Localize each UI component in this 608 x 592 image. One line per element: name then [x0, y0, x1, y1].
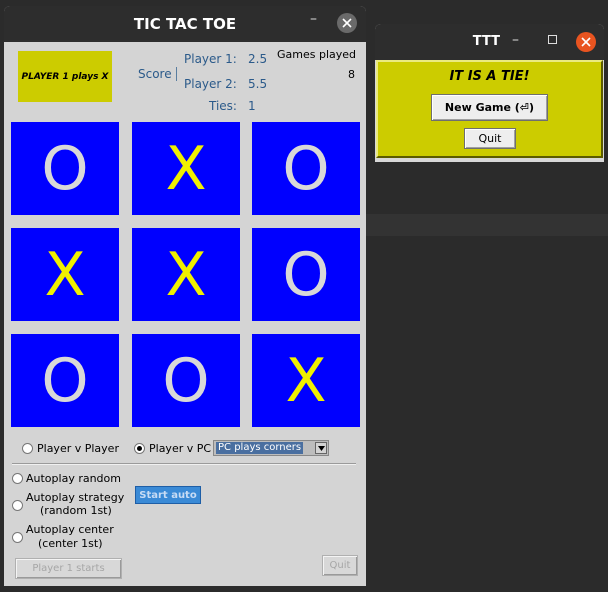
tie-message: IT IS A TIE!	[449, 69, 530, 84]
player2-score-label: Player 2:	[184, 77, 237, 91]
player1-score-label: Player 1:	[184, 52, 237, 66]
pvc-radio[interactable]	[134, 443, 145, 454]
dialog-quit-button[interactable]: Quit	[464, 128, 516, 149]
score-separator	[176, 67, 177, 81]
pc-strategy-select[interactable]: PC plays corners	[213, 440, 329, 456]
board-cell[interactable]: O	[252, 228, 360, 321]
autoplay-center-radio[interactable]	[12, 532, 23, 543]
close-button[interactable]	[337, 13, 357, 33]
dialog-minimize-button[interactable]: –	[512, 32, 519, 48]
board-cell[interactable]: O	[252, 122, 360, 215]
quit-button[interactable]: Quit	[322, 555, 358, 576]
board-cell[interactable]: O	[11, 122, 119, 215]
autoplay-center-sublabel: (center 1st)	[38, 537, 103, 550]
ties-value: 1	[248, 99, 256, 113]
board-cell[interactable]: O	[132, 334, 240, 427]
board-cell[interactable]: X	[252, 334, 360, 427]
autoplay-random-radio[interactable]	[12, 473, 23, 484]
maximize-icon[interactable]	[548, 35, 557, 44]
board-cell[interactable]: O	[11, 334, 119, 427]
close-icon	[581, 37, 591, 47]
pvc-label[interactable]: Player v PC	[149, 441, 211, 456]
start-auto-button[interactable]: Start auto	[135, 486, 201, 504]
desktop-strip	[366, 214, 608, 236]
player1-score-value: 2.5	[248, 52, 268, 66]
dialog-close-button[interactable]	[576, 32, 596, 52]
dialog-panel: IT IS A TIE! New Game (⏎) Quit	[376, 60, 603, 158]
autoplay-center-label[interactable]: Autoplay center	[26, 522, 114, 537]
autoplay-random-label[interactable]: Autoplay random	[26, 471, 121, 486]
pc-strategy-value: PC plays corners	[216, 442, 304, 454]
new-game-button[interactable]: New Game (⏎)	[431, 94, 548, 121]
mode-divider	[12, 463, 356, 465]
board-cell[interactable]: X	[132, 122, 240, 215]
dialog-titlebar[interactable]: TTT –	[375, 24, 604, 60]
main-window: TIC TAC TOE – PLAYER 1 plays X Score Pla…	[4, 6, 366, 586]
dialog-title: TTT	[472, 34, 500, 49]
dropdown-arrow[interactable]	[315, 442, 327, 454]
game-board: O X O X X O O O X	[11, 122, 360, 428]
ties-label: Ties:	[209, 99, 237, 113]
games-played-value: 8	[348, 68, 355, 81]
chevron-down-icon	[318, 446, 325, 451]
player1-starts-button[interactable]: Player 1 starts	[15, 558, 122, 579]
board-cell[interactable]: X	[11, 228, 119, 321]
player-turn-text: PLAYER 1 plays X	[21, 71, 109, 82]
minimize-button[interactable]: –	[310, 11, 317, 27]
autoplay-strategy-sublabel: (random 1st)	[40, 504, 112, 517]
main-titlebar[interactable]: TIC TAC TOE –	[4, 6, 366, 42]
score-label: Score	[138, 67, 172, 81]
player2-score-value: 5.5	[248, 77, 268, 91]
pvp-label[interactable]: Player v Player	[37, 441, 119, 456]
close-icon	[342, 18, 352, 28]
tie-dialog: TTT – IT IS A TIE! New Game (⏎) Quit	[375, 24, 604, 162]
pvp-radio[interactable]	[22, 443, 33, 454]
autoplay-strategy-radio[interactable]	[12, 500, 23, 511]
player-turn-indicator: PLAYER 1 plays X	[18, 51, 112, 102]
board-cell[interactable]: X	[132, 228, 240, 321]
games-played-label: Games played	[277, 48, 357, 61]
